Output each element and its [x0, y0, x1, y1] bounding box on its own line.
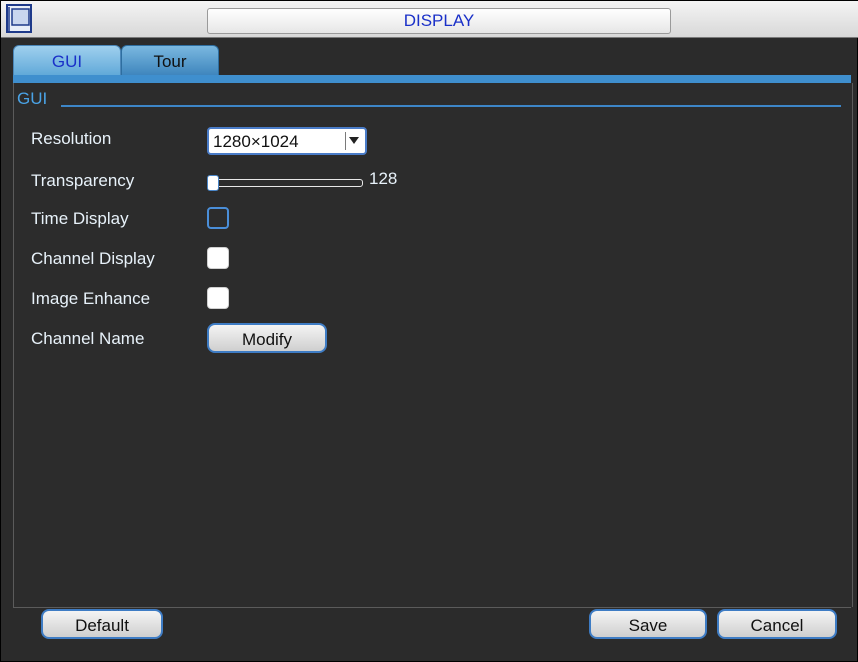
footer-divider [13, 607, 851, 608]
time-display-label: Time Display [31, 209, 129, 228]
display-window: DISPLAY GUI Tour GUI Resolution 1280×102… [0, 0, 858, 662]
default-button[interactable]: Default [41, 609, 163, 639]
transparency-slider-handle[interactable] [207, 175, 219, 191]
channel-name-label: Channel Name [31, 329, 145, 348]
window-icon [5, 4, 35, 34]
transparency-slider-track[interactable] [211, 179, 363, 187]
resolution-value: 1280×1024 [213, 132, 299, 151]
time-display-checkbox[interactable] [207, 207, 229, 229]
image-enhance-checkbox[interactable] [207, 287, 229, 309]
tab-tour[interactable]: Tour [121, 45, 219, 76]
chevron-down-icon[interactable] [345, 132, 362, 150]
section-divider [61, 105, 841, 107]
tab-gui[interactable]: GUI [13, 45, 121, 76]
window-title: DISPLAY [207, 8, 671, 34]
channel-display-checkbox[interactable] [207, 247, 229, 269]
save-button[interactable]: Save [589, 609, 707, 639]
transparency-label: Transparency [31, 171, 135, 190]
resolution-label: Resolution [31, 129, 112, 148]
cancel-button[interactable]: Cancel [717, 609, 837, 639]
resolution-select[interactable]: 1280×1024 [207, 127, 367, 155]
image-enhance-label: Image Enhance [31, 289, 151, 308]
channel-display-label: Channel Display [31, 249, 155, 268]
transparency-value: 128 [369, 169, 398, 188]
title-bar: DISPLAY [1, 1, 858, 38]
modify-button[interactable]: Modify [207, 323, 327, 353]
tab-underline [13, 75, 851, 83]
section-title: GUI [17, 89, 48, 108]
